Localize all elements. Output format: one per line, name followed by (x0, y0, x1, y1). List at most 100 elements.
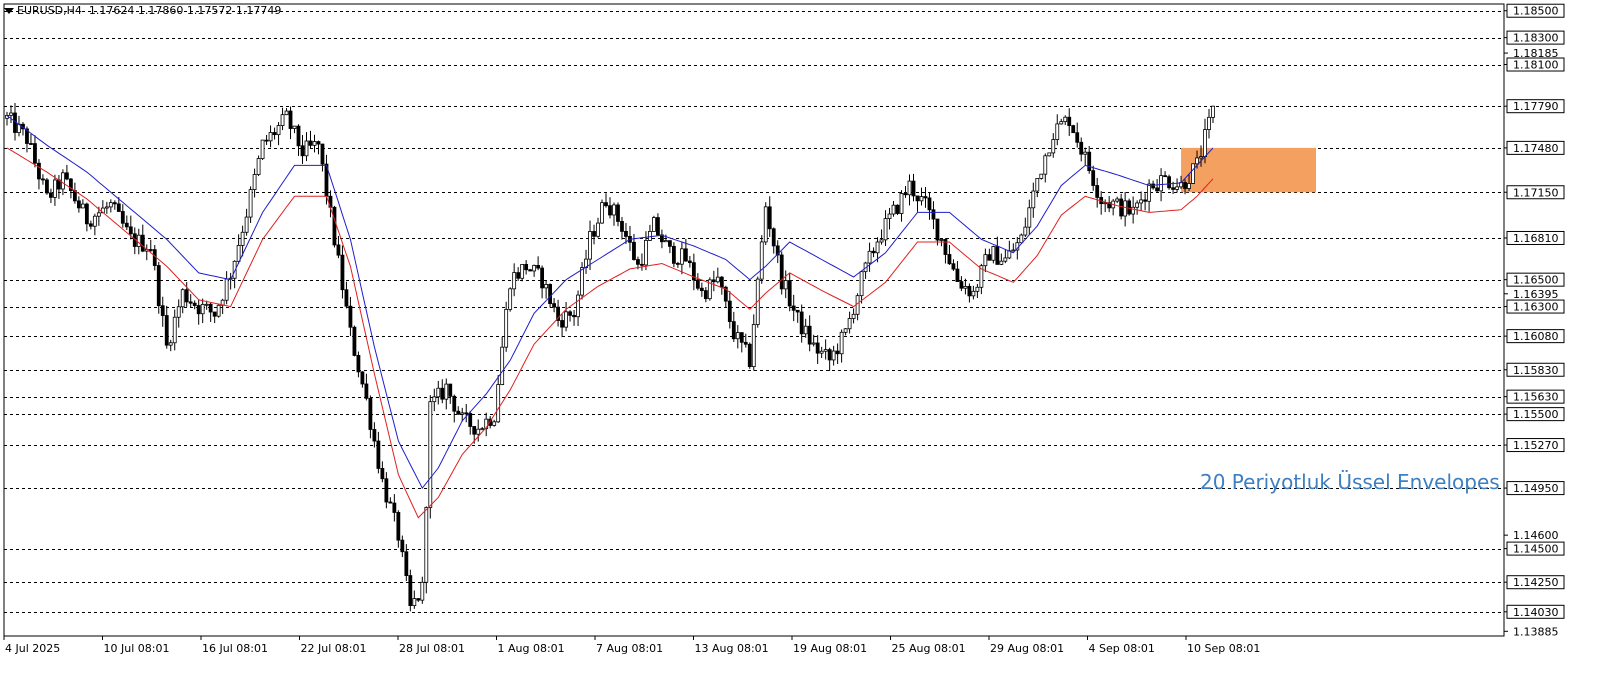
candle-body (580, 267, 584, 296)
candle-body (1183, 182, 1187, 189)
candle-body (767, 206, 772, 230)
candle-body (216, 304, 221, 317)
candle-body (1031, 190, 1036, 209)
candle-body (855, 295, 860, 315)
candle-body (65, 172, 69, 180)
candle-body (156, 265, 161, 307)
candle-body (687, 260, 692, 264)
candle-body (1147, 183, 1152, 202)
y-tick-label: 1.16395 (1513, 288, 1559, 301)
y-tick-label: 1.14250 (1513, 576, 1559, 589)
candle-body (743, 341, 748, 345)
candle-body (33, 143, 37, 164)
y-tick-label: 1.15500 (1513, 408, 1559, 421)
x-tick-label: 13 Aug 08:01 (695, 642, 769, 655)
candle-body (604, 202, 608, 207)
candle-body (148, 249, 153, 251)
candle-body (731, 321, 736, 340)
candle-body (751, 324, 756, 368)
candle-body (935, 218, 940, 241)
candle-body (432, 396, 437, 403)
candle-body (664, 240, 668, 243)
candle-body (1195, 157, 1199, 165)
candle-body (763, 206, 768, 243)
candle-body (927, 197, 932, 211)
candle-body (1167, 176, 1171, 189)
dropdown-triangle-icon[interactable] (4, 8, 14, 14)
x-tick-label: 1 Aug 08:01 (498, 642, 565, 655)
candle-body (1211, 105, 1215, 118)
candle-body (164, 315, 169, 346)
candle-body (656, 217, 660, 236)
candle-body (827, 349, 832, 361)
candle-body (1079, 141, 1084, 155)
candle-body (1083, 151, 1088, 155)
candle-body (995, 246, 1000, 265)
candle-body (568, 311, 572, 316)
candle-body (1151, 183, 1155, 189)
candle-body (1155, 187, 1159, 192)
chart-window: 1.18500 1.18300 1.18185 1.18100 1.17790 1.174… (0, 0, 1624, 684)
candle-body (983, 254, 988, 267)
candle-body (747, 343, 752, 368)
symbol-label: EURUSD,H4 (17, 4, 82, 17)
candle-body (380, 468, 385, 480)
candle-body (831, 350, 836, 361)
candle-body (492, 421, 497, 426)
candle-body (911, 180, 916, 197)
chart-header: EURUSD,H4 1.17624 1.17860 1.17572 1.1774… (4, 4, 281, 17)
y-tick-label: 1.16810 (1513, 232, 1559, 245)
candle-body (240, 231, 245, 246)
candle-body (955, 268, 960, 282)
candle-body (224, 278, 229, 301)
candle-body (512, 272, 517, 290)
candle-body (540, 267, 545, 289)
candle-body (891, 204, 896, 215)
candle-body (456, 410, 461, 415)
candle-body (384, 478, 389, 503)
candle-body (9, 112, 13, 116)
candle-body (320, 143, 325, 165)
candle-body (428, 401, 433, 508)
y-tick-label: 1.17150 (1513, 186, 1559, 199)
candle-body (516, 272, 521, 279)
candle-body (304, 140, 309, 157)
candle-body (875, 241, 880, 254)
candle-body (991, 246, 996, 261)
candle-body (695, 279, 700, 289)
candle-body (45, 179, 49, 194)
candle-body (1095, 185, 1100, 198)
candle-body (1115, 198, 1120, 202)
candle-body (1019, 234, 1024, 244)
candle-body (1139, 199, 1144, 204)
candle-body (1163, 175, 1167, 178)
candle-body (967, 285, 972, 297)
candle-body (92, 215, 97, 227)
candle-body (1067, 116, 1072, 127)
candle-body (436, 387, 441, 398)
candle-body (344, 289, 349, 307)
candle-body (683, 248, 688, 262)
candle-body (196, 305, 201, 315)
envelopes-annotation: 20 Periyotluk Üssel Envelopes (1200, 470, 1500, 494)
candle-body (120, 211, 125, 224)
candle-body (53, 179, 57, 198)
candle-body (452, 395, 457, 412)
candle-body (1191, 163, 1195, 184)
candle-body (268, 132, 273, 142)
price-chart[interactable]: 1.185001.183001.181851.181001.177901.174… (0, 0, 1624, 684)
candle-body (887, 213, 892, 219)
candle-body (1199, 156, 1203, 159)
candle-body (560, 320, 564, 328)
candle-body (248, 189, 253, 218)
candle-body (987, 254, 992, 261)
candle-body (843, 328, 848, 333)
y-tick-label: 1.17790 (1513, 100, 1559, 113)
y-tick-label: 1.15630 (1513, 391, 1559, 404)
candle-body (903, 193, 908, 196)
candle-body (136, 234, 141, 247)
candle-body (879, 239, 884, 243)
candle-body (679, 248, 684, 265)
candle-body (779, 254, 784, 290)
candle-body (204, 303, 209, 306)
